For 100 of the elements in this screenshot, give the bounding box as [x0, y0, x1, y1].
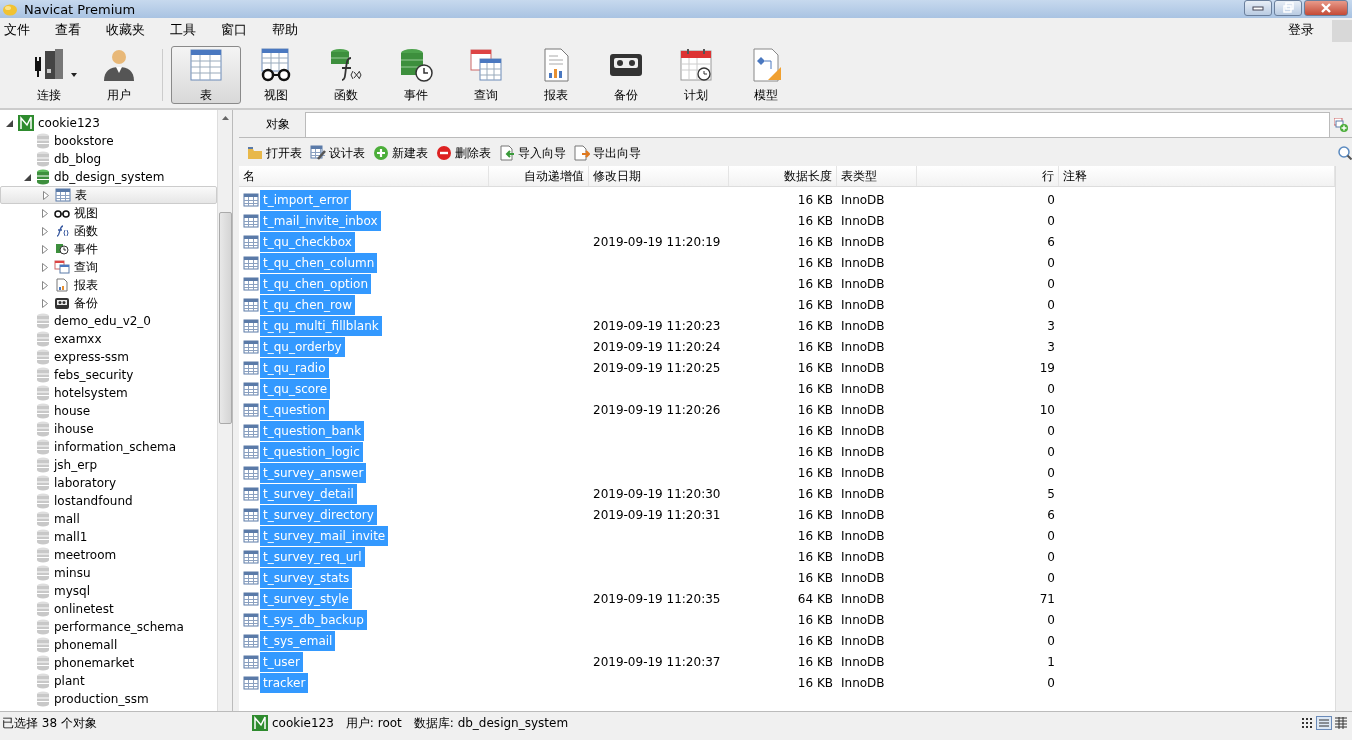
- tree-item[interactable]: phonemall: [0, 636, 217, 654]
- open-table-button[interactable]: 打开表: [247, 144, 302, 162]
- collapsed-arrow-icon[interactable]: [43, 190, 49, 200]
- tree-item[interactable]: 表: [0, 186, 217, 204]
- collapsed-arrow-icon[interactable]: [42, 226, 48, 236]
- table-cell-text: 16 KB: [796, 276, 834, 291]
- restore-button[interactable]: [1274, 0, 1302, 16]
- column-header[interactable]: 名: [239, 166, 489, 186]
- minimize-button[interactable]: [1244, 0, 1272, 16]
- tree-item[interactable]: information_schema: [0, 438, 217, 456]
- report-toolbar-button[interactable]: 报表: [521, 46, 591, 104]
- menu-item[interactable]: 收藏夹: [106, 21, 157, 39]
- design-table-button[interactable]: 设计表: [310, 144, 365, 162]
- table-cell-text: InnoDB: [840, 486, 886, 501]
- tree-item[interactable]: 事件: [0, 240, 217, 258]
- detail-view-icon[interactable]: [1334, 716, 1348, 730]
- tree-item[interactable]: house: [0, 402, 217, 420]
- menu-item[interactable]: 帮助: [272, 21, 310, 39]
- tree-item[interactable]: 备份: [0, 294, 217, 312]
- grid-view-icon[interactable]: [1300, 716, 1314, 730]
- tree-item[interactable]: cookie123: [0, 114, 217, 132]
- scrollbar[interactable]: [1335, 166, 1352, 711]
- import-table-button[interactable]: 导入向导: [499, 144, 566, 162]
- calendar-icon: [678, 46, 714, 83]
- collapsed-arrow-icon[interactable]: [42, 244, 48, 254]
- expanded-arrow-icon[interactable]: [5, 119, 13, 127]
- export-table-button[interactable]: 导出向导: [574, 144, 641, 162]
- menu-item[interactable]: 查看: [55, 21, 93, 39]
- tree-item[interactable]: mall1: [0, 528, 217, 546]
- scroll-up-icon[interactable]: [221, 116, 229, 120]
- menu-item[interactable]: 文件: [4, 21, 42, 39]
- column-header[interactable]: 自动递增值: [489, 166, 589, 186]
- event-toolbar-button[interactable]: 事件: [381, 46, 451, 104]
- menu-item[interactable]: 工具: [170, 21, 208, 39]
- tree-label: phonemarket: [54, 656, 135, 670]
- tree-item[interactable]: onlinetest: [0, 600, 217, 618]
- tree-item[interactable]: phonemarket: [0, 654, 217, 672]
- tree-item[interactable]: 视图: [0, 204, 217, 222]
- function-icon: [56, 225, 69, 237]
- tree-item[interactable]: 函数: [0, 222, 217, 240]
- tree-item[interactable]: laboratory: [0, 474, 217, 492]
- tree-item[interactable]: db_blog: [0, 150, 217, 168]
- tree-item[interactable]: minsu: [0, 564, 217, 582]
- tree-item[interactable]: demo_edu_v2_0: [0, 312, 217, 330]
- tree-item[interactable]: examxx: [0, 330, 217, 348]
- tree-item[interactable]: 报表: [0, 276, 217, 294]
- model-toolbar-button[interactable]: 模型: [731, 46, 801, 104]
- close-button[interactable]: [1304, 0, 1348, 16]
- tree-item[interactable]: performance_schema: [0, 618, 217, 636]
- connect-toolbar-button[interactable]: 连接: [14, 46, 84, 104]
- column-header[interactable]: 表类型: [837, 166, 917, 186]
- view-toolbar-button[interactable]: 视图: [241, 46, 311, 104]
- column-header[interactable]: 行: [917, 166, 1059, 186]
- delete-table-button[interactable]: 删除表: [436, 144, 491, 162]
- tree-item[interactable]: express-ssm: [0, 348, 217, 366]
- tree-item[interactable]: lostandfound: [0, 492, 217, 510]
- function-toolbar-button[interactable]: 函数: [311, 46, 381, 104]
- column-header[interactable]: 修改日期: [589, 166, 729, 186]
- plus-icon: [373, 145, 389, 161]
- table-cell-text: 16 KB: [796, 444, 834, 459]
- tree-item[interactable]: jsh_erp: [0, 456, 217, 474]
- tree-label: 视图: [74, 204, 98, 222]
- tree-item[interactable]: febs_security: [0, 366, 217, 384]
- collapsed-arrow-icon[interactable]: [42, 280, 48, 290]
- tree-item[interactable]: mysql: [0, 582, 217, 600]
- table-cell-text: 0: [1046, 192, 1056, 207]
- user-toolbar-button[interactable]: 用户: [84, 46, 154, 104]
- tree-item[interactable]: hotelsystem: [0, 384, 217, 402]
- tree-item[interactable]: meetroom: [0, 546, 217, 564]
- backup-toolbar-button[interactable]: 备份: [591, 46, 661, 104]
- tree-item[interactable]: ihouse: [0, 420, 217, 438]
- new-table-button[interactable]: 新建表: [373, 144, 428, 162]
- search-icon[interactable]: [1338, 146, 1352, 160]
- new-tab-icon[interactable]: [1334, 117, 1348, 132]
- database-icon: [36, 349, 50, 365]
- collapsed-arrow-icon[interactable]: [42, 262, 48, 272]
- tree-label: information_schema: [54, 440, 177, 454]
- table-cell-text: InnoDB: [840, 570, 886, 585]
- scrollbar[interactable]: [217, 110, 232, 711]
- collapsed-arrow-icon[interactable]: [42, 298, 48, 308]
- schedule-toolbar-button[interactable]: 计划: [661, 46, 731, 104]
- tree-item[interactable]: 查询: [0, 258, 217, 276]
- expanded-arrow-icon[interactable]: [23, 173, 31, 181]
- query-toolbar-button[interactable]: 查询: [451, 46, 521, 104]
- table-toolbar-button[interactable]: 表: [171, 46, 241, 104]
- tree-item[interactable]: db_design_system: [0, 168, 217, 186]
- tree-item[interactable]: mall: [0, 510, 217, 528]
- table-cell-text: 16 KB: [796, 423, 834, 438]
- tree-label: phonemall: [54, 638, 118, 652]
- column-header[interactable]: 数据长度: [729, 166, 837, 186]
- tree-label: onlinetest: [54, 602, 114, 616]
- tree-item[interactable]: plant: [0, 672, 217, 690]
- login-link[interactable]: 登录: [1288, 21, 1326, 39]
- menu-item[interactable]: 窗口: [221, 21, 259, 39]
- scroll-thumb[interactable]: [218, 212, 232, 424]
- table-icon: [243, 192, 259, 207]
- tree-item[interactable]: production_ssm: [0, 690, 217, 708]
- collapsed-arrow-icon[interactable]: [42, 208, 48, 218]
- tree-label: jsh_erp: [54, 458, 98, 472]
- tree-item[interactable]: bookstore: [0, 132, 217, 150]
